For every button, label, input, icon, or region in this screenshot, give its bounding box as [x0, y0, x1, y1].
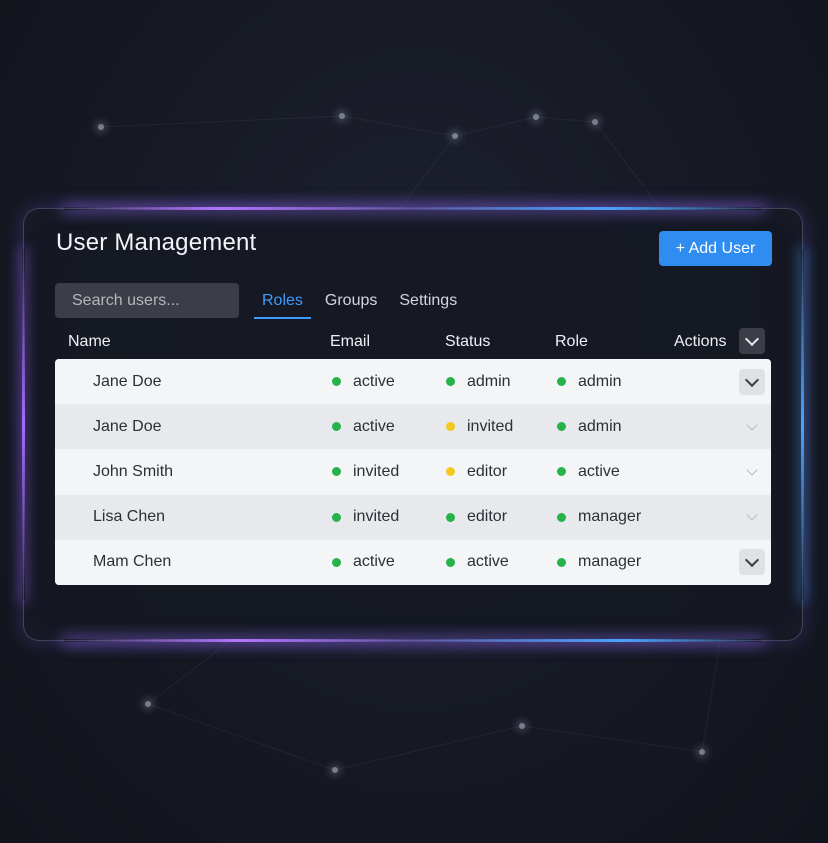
status-value: invited: [467, 417, 514, 435]
users-table: Jane Doe active admin admin Jane Doe act…: [55, 359, 771, 585]
status-dot-green: [332, 557, 341, 567]
table-row[interactable]: John Smith invited editor active: [55, 449, 771, 495]
status-dot-yellow: [446, 422, 455, 432]
role-cell: admin: [557, 373, 622, 391]
background-dot: [339, 113, 345, 119]
status-value: active: [467, 553, 509, 571]
column-header-status[interactable]: Status: [445, 333, 490, 351]
panel-glow-left: [22, 249, 25, 600]
background-dot: [98, 124, 104, 130]
tab-roles[interactable]: Roles: [254, 283, 311, 319]
email-value: invited: [353, 462, 400, 480]
status-cell: admin: [446, 373, 511, 391]
chevron-down-icon: [746, 419, 758, 431]
email-cell: invited: [332, 463, 399, 481]
role-value: admin: [578, 372, 622, 390]
role-cell: active: [557, 463, 620, 481]
panel-glow-bottom: [64, 639, 762, 642]
column-header-actions: Actions: [674, 333, 727, 350]
background-dot: [519, 723, 525, 729]
user-name: John Smith: [93, 462, 174, 480]
page-title: User Management: [56, 229, 257, 256]
status-dot-green: [557, 512, 566, 522]
email-cell: active: [332, 553, 395, 571]
chevron-down-icon: [746, 464, 758, 476]
email-cell: invited: [332, 508, 399, 526]
background-dot: [145, 701, 151, 707]
status-dot-green: [332, 467, 341, 477]
tab-bar: Roles Groups Settings: [254, 283, 471, 319]
email-value: active: [353, 417, 395, 435]
user-name: Jane Doe: [93, 417, 162, 435]
role-cell: admin: [557, 418, 622, 436]
status-dot-green: [557, 467, 566, 477]
tab-groups[interactable]: Groups: [317, 283, 385, 319]
add-user-button[interactable]: + Add User: [659, 231, 772, 266]
tab-settings[interactable]: Settings: [391, 283, 465, 319]
table-row[interactable]: Jane Doe active admin admin: [55, 359, 771, 405]
row-actions-button[interactable]: [739, 549, 765, 576]
status-dot-green: [557, 377, 566, 387]
status-dot-green: [332, 422, 341, 432]
email-value: active: [353, 553, 395, 571]
status-value: editor: [467, 508, 508, 526]
status-cell: active: [446, 553, 509, 571]
column-header-email[interactable]: Email: [330, 333, 370, 351]
background-dot: [533, 114, 539, 120]
user-name: Mam Chen: [93, 553, 172, 571]
table-header: Name Email Status Role Actions: [55, 327, 771, 357]
status-value: editor: [467, 462, 508, 480]
table-row[interactable]: Lisa Chen invited editor manager: [55, 494, 771, 540]
user-management-panel: User Management + Add User Roles Groups …: [22, 207, 804, 642]
row-actions-button[interactable]: [739, 368, 765, 395]
user-name: Jane Doe: [93, 372, 162, 390]
email-value: invited: [353, 508, 400, 526]
table-row[interactable]: Jane Doe active invited admin: [55, 404, 771, 450]
role-value: active: [578, 462, 620, 480]
status-cell: editor: [446, 463, 507, 481]
status-value: admin: [467, 372, 511, 390]
actions-header-toggle[interactable]: [739, 328, 765, 354]
status-dot-yellow: [446, 467, 455, 477]
status-dot-green: [446, 377, 455, 387]
background-dot: [699, 749, 705, 755]
role-value: manager: [578, 508, 642, 526]
role-cell: manager: [557, 508, 641, 526]
row-actions-button[interactable]: [739, 414, 765, 440]
status-dot-green: [557, 557, 566, 567]
panel-glow-right: [801, 249, 804, 600]
row-actions-button[interactable]: [739, 459, 765, 485]
row-actions-button[interactable]: [739, 504, 765, 530]
column-header-name[interactable]: Name: [68, 333, 111, 351]
background-dot: [332, 767, 338, 773]
email-cell: active: [332, 373, 395, 391]
status-cell: editor: [446, 508, 507, 526]
role-value: manager: [578, 553, 642, 571]
email-value: active: [353, 372, 395, 390]
background-dot: [452, 133, 458, 139]
column-header-role[interactable]: Role: [555, 333, 588, 351]
role-cell: manager: [557, 553, 641, 571]
chevron-down-icon: [744, 372, 760, 387]
panel-glow-top: [64, 207, 762, 210]
chevron-down-icon: [746, 509, 758, 521]
chevron-down-icon: [744, 331, 760, 347]
status-dot-green: [332, 377, 341, 387]
background-dot: [592, 119, 598, 125]
table-row[interactable]: Mam Chen active active manager: [55, 539, 771, 585]
status-cell: invited: [446, 418, 513, 436]
search-input[interactable]: [55, 283, 239, 318]
chevron-down-icon: [744, 553, 760, 568]
role-value: admin: [578, 417, 622, 435]
status-dot-green: [446, 557, 455, 567]
user-name: Lisa Chen: [93, 508, 166, 526]
status-dot-green: [557, 422, 566, 432]
status-dot-green: [446, 512, 455, 522]
email-cell: active: [332, 418, 395, 436]
status-dot-green: [332, 512, 341, 522]
